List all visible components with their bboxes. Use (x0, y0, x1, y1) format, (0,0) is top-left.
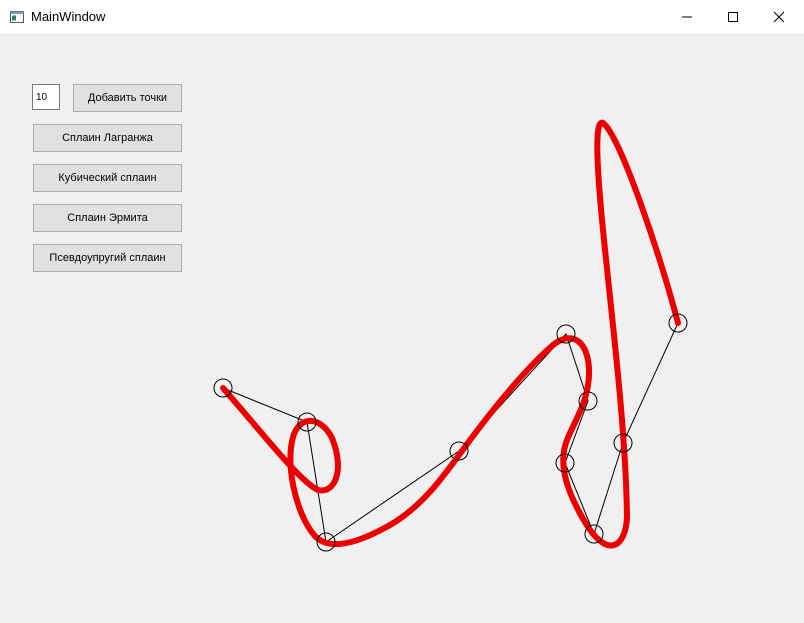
close-button[interactable] (756, 0, 802, 34)
maximize-icon (728, 12, 738, 22)
control-polyline (222, 322, 679, 543)
spline-curve (220, 119, 681, 549)
close-icon (773, 11, 785, 23)
maximize-button[interactable] (710, 0, 756, 34)
drawing-canvas[interactable] (0, 34, 804, 623)
title-bar[interactable]: MainWindow (0, 0, 804, 35)
window-title: MainWindow (31, 9, 106, 24)
minimize-button[interactable] (664, 0, 710, 34)
app-window-icon (10, 11, 24, 23)
minimize-icon (682, 16, 692, 18)
